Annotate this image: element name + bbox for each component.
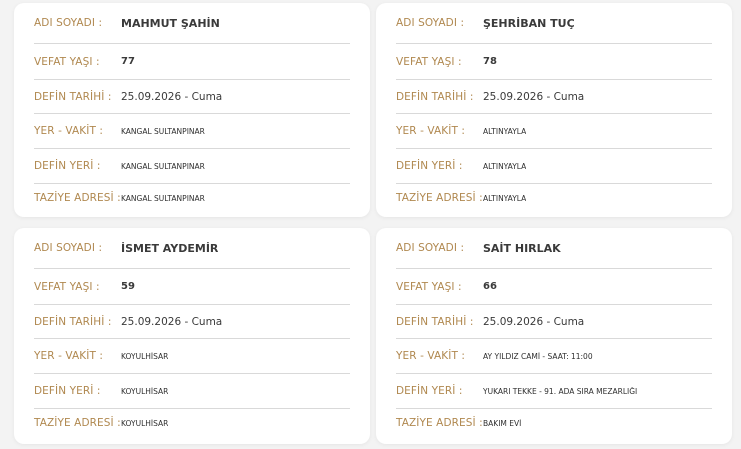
name-row: ADI SOYADI : ŞEHRİBAN TUÇ bbox=[396, 3, 712, 44]
address-row: TAZİYE ADRESİ : KANGAL SULTANPINAR bbox=[34, 184, 350, 212]
name-value: SAİT HIRLAK bbox=[483, 241, 561, 255]
name-row: ADI SOYADI : İSMET AYDEMİR bbox=[34, 228, 350, 269]
address-label: TAZİYE ADRESİ : bbox=[34, 417, 121, 429]
place-row: DEFİN YERİ : KANGAL SULTANPINAR bbox=[34, 149, 350, 184]
age-label: VEFAT YAŞI : bbox=[396, 55, 462, 68]
place-row: DEFİN YERİ : KOYULHİSAR bbox=[34, 374, 350, 409]
name-label: ADI SOYADI : bbox=[396, 17, 465, 29]
place-row: DEFİN YERİ : YUKARI TEKKE - 91. ADA SIRA… bbox=[396, 374, 712, 409]
age-row: VEFAT YAŞI : 59 bbox=[34, 269, 350, 305]
place-value: KOYULHİSAR bbox=[121, 386, 169, 396]
place-label: DEFİN YERİ : bbox=[396, 160, 463, 172]
age-row: VEFAT YAŞI : 77 bbox=[34, 44, 350, 80]
obituary-card: ADI SOYADI : ŞEHRİBAN TUÇ VEFAT YAŞI : 7… bbox=[376, 3, 732, 217]
place-value: ALTINYAYLA bbox=[483, 161, 527, 171]
time-row: YER - VAKİT : ALTINYAYLA bbox=[396, 114, 712, 149]
date-label: DEFİN TARİHİ : bbox=[396, 90, 474, 103]
age-value: 78 bbox=[483, 56, 497, 67]
age-label: VEFAT YAŞI : bbox=[34, 55, 100, 68]
age-label: VEFAT YAŞI : bbox=[396, 280, 462, 293]
place-label: DEFİN YERİ : bbox=[34, 385, 101, 397]
time-label: YER - VAKİT : bbox=[34, 350, 104, 362]
obituary-card: ADI SOYADI : MAHMUT ŞAHİN VEFAT YAŞI : 7… bbox=[14, 3, 370, 217]
name-label: ADI SOYADI : bbox=[34, 17, 103, 29]
name-value: İSMET AYDEMİR bbox=[121, 241, 219, 255]
date-label: DEFİN TARİHİ : bbox=[396, 315, 474, 328]
place-value: YUKARI TEKKE - 91. ADA SIRA MEZARLIĞI bbox=[483, 386, 638, 396]
date-label: DEFİN TARİHİ : bbox=[34, 315, 112, 328]
date-value: 25.09.2026 - Cuma bbox=[121, 315, 223, 328]
date-row: DEFİN TARİHİ : 25.09.2026 - Cuma bbox=[396, 80, 712, 114]
time-value: AY YILDIZ CAMİ - SAAT: 11:00 bbox=[483, 351, 593, 361]
address-label: TAZİYE ADRESİ : bbox=[396, 417, 483, 429]
date-value: 25.09.2026 - Cuma bbox=[483, 90, 585, 103]
name-label: ADI SOYADI : bbox=[396, 242, 465, 254]
name-row: ADI SOYADI : SAİT HIRLAK bbox=[396, 228, 712, 269]
time-label: YER - VAKİT : bbox=[396, 350, 466, 362]
obituary-card: ADI SOYADI : İSMET AYDEMİR VEFAT YAŞI : … bbox=[14, 228, 370, 444]
time-row: YER - VAKİT : KOYULHİSAR bbox=[34, 339, 350, 374]
address-row: TAZİYE ADRESİ : KOYULHİSAR bbox=[34, 409, 350, 437]
address-label: TAZİYE ADRESİ : bbox=[396, 192, 483, 204]
name-row: ADI SOYADI : MAHMUT ŞAHİN bbox=[34, 3, 350, 44]
time-label: YER - VAKİT : bbox=[34, 125, 104, 137]
obituary-card: ADI SOYADI : SAİT HIRLAK VEFAT YAŞI : 66… bbox=[376, 228, 732, 444]
date-value: 25.09.2026 - Cuma bbox=[483, 315, 585, 328]
obituary-grid: ADI SOYADI : MAHMUT ŞAHİN VEFAT YAŞI : 7… bbox=[0, 0, 741, 449]
age-value: 66 bbox=[483, 281, 497, 292]
address-row: TAZİYE ADRESİ : ALTINYAYLA bbox=[396, 184, 712, 212]
age-value: 59 bbox=[121, 281, 135, 292]
address-value: KOYULHİSAR bbox=[121, 418, 169, 428]
date-value: 25.09.2026 - Cuma bbox=[121, 90, 223, 103]
place-row: DEFİN YERİ : ALTINYAYLA bbox=[396, 149, 712, 184]
time-value: ALTINYAYLA bbox=[483, 126, 527, 136]
time-label: YER - VAKİT : bbox=[396, 125, 466, 137]
address-label: TAZİYE ADRESİ : bbox=[34, 192, 121, 204]
age-value: 77 bbox=[121, 56, 135, 67]
time-value: KOYULHİSAR bbox=[121, 351, 169, 361]
address-value: ALTINYAYLA bbox=[483, 193, 527, 203]
time-row: YER - VAKİT : AY YILDIZ CAMİ - SAAT: 11:… bbox=[396, 339, 712, 374]
address-value: KANGAL SULTANPINAR bbox=[121, 193, 205, 203]
date-row: DEFİN TARİHİ : 25.09.2026 - Cuma bbox=[396, 305, 712, 339]
age-row: VEFAT YAŞI : 66 bbox=[396, 269, 712, 305]
place-value: KANGAL SULTANPINAR bbox=[121, 161, 205, 171]
age-label: VEFAT YAŞI : bbox=[34, 280, 100, 293]
name-value: MAHMUT ŞAHİN bbox=[121, 16, 220, 30]
address-row: TAZİYE ADRESİ : BAKIM EVİ bbox=[396, 409, 712, 437]
time-value: KANGAL SULTANPINAR bbox=[121, 126, 205, 136]
time-row: YER - VAKİT : KANGAL SULTANPINAR bbox=[34, 114, 350, 149]
name-value: ŞEHRİBAN TUÇ bbox=[483, 16, 575, 30]
age-row: VEFAT YAŞI : 78 bbox=[396, 44, 712, 80]
address-value: BAKIM EVİ bbox=[483, 418, 522, 428]
place-label: DEFİN YERİ : bbox=[34, 160, 101, 172]
date-row: DEFİN TARİHİ : 25.09.2026 - Cuma bbox=[34, 305, 350, 339]
date-label: DEFİN TARİHİ : bbox=[34, 90, 112, 103]
name-label: ADI SOYADI : bbox=[34, 242, 103, 254]
place-label: DEFİN YERİ : bbox=[396, 385, 463, 397]
date-row: DEFİN TARİHİ : 25.09.2026 - Cuma bbox=[34, 80, 350, 114]
